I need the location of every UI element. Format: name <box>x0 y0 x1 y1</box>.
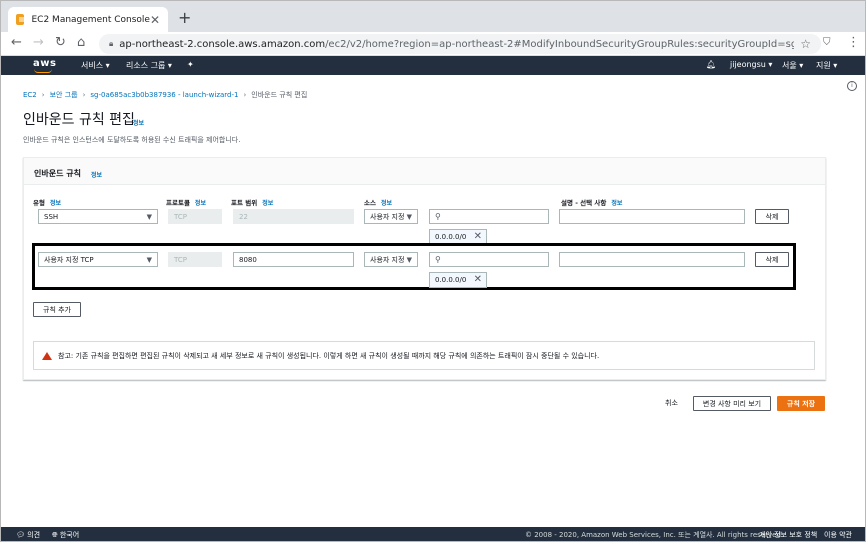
footer: 💬︎ 의견 🌐︎ 한국어 © 2008 - 2020, Amazon Web S… <box>1 527 865 541</box>
chevron-right-icon: › <box>41 91 45 99</box>
caret-down-icon: ▼ <box>406 255 412 264</box>
notice-text: 참고: 기존 규칙을 편집하면 편집된 규칙이 삭제되고 새 세부 정보로 새 … <box>58 351 600 360</box>
rule-2-source-search[interactable]: ⚲ <box>429 252 549 267</box>
remove-cidr-icon[interactable]: ✕ <box>474 275 482 285</box>
rule-2-port-input[interactable]: 8080 <box>233 252 354 267</box>
feedback-link[interactable]: 💬︎ 의견 <box>16 530 40 540</box>
chevron-right-icon: › <box>82 91 86 99</box>
caret-down-icon: ▼ <box>406 212 412 221</box>
panel-title: 인바운드 규칙 <box>34 169 81 178</box>
bookmark-star-icon[interactable]: ☆ <box>800 37 811 51</box>
url-text: ap-northeast-2.console.aws.amazon.com/ec… <box>119 38 794 50</box>
browser-window: EC2 Management Console ✕ + ← → ↻ ⌂ 🔒︎ ap… <box>0 0 866 542</box>
breadcrumb-current: 인바운드 규칙 편집 <box>251 91 308 99</box>
remove-cidr-icon[interactable]: ✕ <box>474 232 482 242</box>
rule-1-delete-button[interactable]: 삭제 <box>755 209 789 224</box>
rule-2-delete-button[interactable]: 삭제 <box>755 252 789 267</box>
breadcrumb-security-groups[interactable]: 보안 그룹 <box>50 91 78 99</box>
rule-1-source-select[interactable]: 사용자 지정 ▼ <box>364 209 418 224</box>
col-source-info-link[interactable]: 정보 <box>381 200 392 207</box>
close-tab-icon[interactable]: ✕ <box>150 14 160 26</box>
resource-groups-menu[interactable]: 리소스 그룹 ▾ <box>126 60 172 71</box>
info-panel-icon[interactable]: i <box>847 81 857 91</box>
search-icon: ⚲ <box>435 255 441 264</box>
region-menu[interactable]: 서울 ▾ <box>782 60 803 71</box>
globe-icon: 🌐︎ <box>52 531 58 539</box>
save-rules-button[interactable]: 규칙 저장 <box>777 396 825 411</box>
panel-info-link[interactable]: 정보 <box>91 170 102 179</box>
back-icon[interactable]: ← <box>11 36 22 49</box>
warning-notice: 참고: 기존 규칙을 편집하면 편집된 규칙이 삭제되고 새 세부 정보로 새 … <box>33 341 815 370</box>
menu-kebab-icon[interactable]: ⋮ <box>847 36 860 49</box>
caret-down-icon: ▼ <box>146 212 152 221</box>
user-menu[interactable]: jijeongsu ▾ <box>730 60 772 69</box>
search-icon: ⚲ <box>435 212 441 221</box>
lock-icon: 🔒︎ <box>109 39 114 48</box>
reload-icon[interactable]: ↻ <box>55 36 66 49</box>
chevron-down-icon: ▾ <box>768 60 773 69</box>
title-info-link[interactable]: 정보 <box>133 118 144 127</box>
col-description-info-link[interactable]: 정보 <box>611 200 622 207</box>
rule-1-protocol: TCP <box>168 209 222 224</box>
rule-1-source-search[interactable]: ⚲ <box>429 209 549 224</box>
col-source: 소스 정보 <box>364 199 393 207</box>
col-protocol: 프로토콜 정보 <box>166 199 206 207</box>
caret-down-icon: ▼ <box>146 255 152 264</box>
rule-2-protocol: TCP <box>168 252 222 267</box>
rule-1-description-input[interactable] <box>559 209 745 224</box>
add-rule-button[interactable]: 규칙 추가 <box>33 302 81 317</box>
aws-favicon-icon <box>16 14 24 25</box>
breadcrumb: EC2 › 보안 그룹 › sg-0a685ac3b0b387936 - launch-… <box>23 90 307 100</box>
tab-title: EC2 Management Console <box>31 14 150 25</box>
col-port-info-link[interactable]: 정보 <box>262 200 273 207</box>
new-tab-icon[interactable]: + <box>178 10 191 26</box>
col-type: 유형 정보 <box>33 199 62 207</box>
home-icon[interactable]: ⌂ <box>77 36 85 49</box>
aws-logo[interactable]: aws <box>33 58 56 69</box>
aws-smile-icon <box>34 69 52 73</box>
chevron-down-icon: ▾ <box>105 61 110 70</box>
extension-icon[interactable]: ⛉ <box>823 38 831 48</box>
rule-1-type-select[interactable]: SSH ▼ <box>38 209 158 224</box>
bell-icon[interactable]: 🔔︎ <box>706 60 716 69</box>
rule-2-source-select[interactable]: 사용자 지정 ▼ <box>364 252 418 267</box>
services-menu[interactable]: 서비스 ▾ <box>81 60 110 71</box>
col-type-info-link[interactable]: 정보 <box>50 200 61 207</box>
rule-2-cidr-token: 0.0.0.0/0 ✕ <box>429 272 487 288</box>
rule-2-description-input[interactable] <box>559 252 745 267</box>
breadcrumb-ec2[interactable]: EC2 <box>23 91 37 99</box>
rule-1-port: 22 <box>233 209 354 224</box>
chevron-down-icon: ▾ <box>833 61 838 70</box>
breadcrumb-security-group[interactable]: sg-0a685ac3b0b387936 - launch-wizard-1 <box>90 91 238 99</box>
panel-header: 인바운드 규칙 정보 <box>24 158 825 185</box>
browser-toolbar: ← → ↻ ⌂ 🔒︎ ap-northeast-2.console.aws.am… <box>1 32 865 56</box>
chevron-down-icon: ▾ <box>799 61 804 70</box>
terms-link[interactable]: 이용 약관 <box>824 530 852 540</box>
copyright-text: © 2008 - 2020, Amazon Web Services, Inc.… <box>525 531 784 539</box>
tab-strip: EC2 Management Console ✕ + <box>1 1 865 32</box>
aws-top-nav: aws 서비스 ▾ 리소스 그룹 ▾ ✦ 🔔︎ jijeongsu ▾ 서울 ▾… <box>1 56 865 75</box>
rule-2-type-select[interactable]: 사용자 지정 TCP ▼ <box>38 252 158 267</box>
page-title: 인바운드 규칙 편집 <box>23 112 135 128</box>
address-bar[interactable]: 🔒︎ ap-northeast-2.console.aws.amazon.com… <box>99 34 821 54</box>
col-description: 설명 - 선택 사항 정보 <box>561 199 623 207</box>
cancel-button[interactable]: 취소 <box>665 398 678 408</box>
pin-icon[interactable]: ✦ <box>187 60 194 69</box>
support-menu[interactable]: 지원 ▾ <box>816 60 837 71</box>
language-selector[interactable]: 🌐︎ 한국어 <box>52 530 79 540</box>
col-protocol-info-link[interactable]: 정보 <box>195 200 206 207</box>
forward-icon[interactable]: → <box>33 36 44 49</box>
chevron-right-icon: › <box>243 91 247 99</box>
browser-tab[interactable]: EC2 Management Console ✕ <box>8 7 168 32</box>
page-description: 인바운드 규칙은 인스턴스에 도달하도록 허용된 수신 트래픽을 제어합니다. <box>23 136 241 144</box>
feedback-icon: 💬︎ <box>16 531 25 539</box>
privacy-link[interactable]: 개인 정보 보호 정책 <box>759 530 817 540</box>
warning-icon <box>42 351 52 360</box>
col-port-range: 포트 범위 정보 <box>231 199 274 207</box>
chevron-down-icon: ▾ <box>167 61 172 70</box>
preview-changes-button[interactable]: 변경 사항 미리 보기 <box>693 396 771 411</box>
